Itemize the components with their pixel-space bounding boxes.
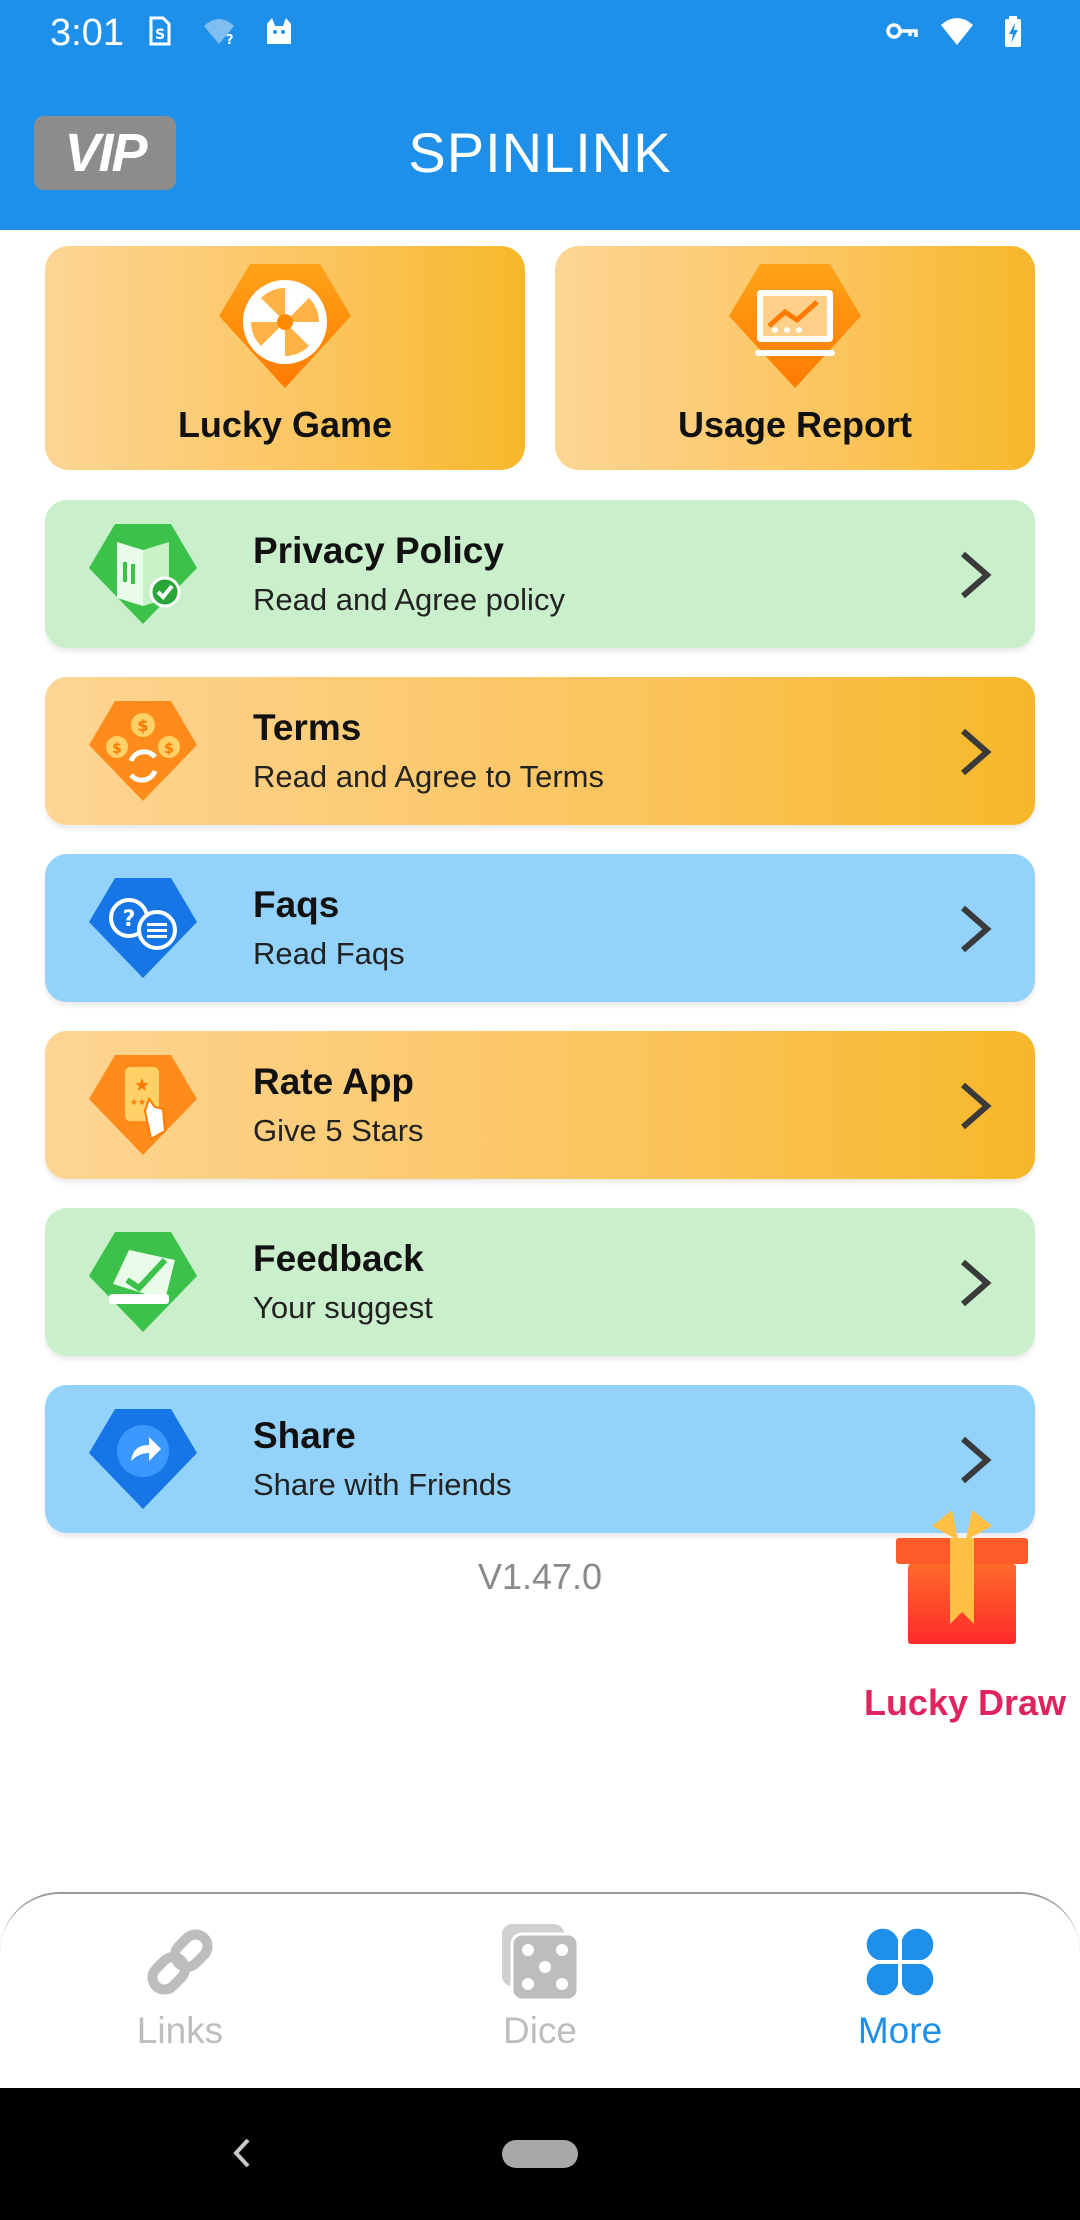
row-title: Faqs [253, 884, 340, 925]
chevron-right-icon [961, 551, 992, 599]
svg-text:$: $ [164, 741, 174, 757]
row-subtitle: Your suggest [253, 1290, 433, 1325]
chevron-right-icon [961, 1082, 992, 1130]
grid-more-icon [866, 1928, 934, 1996]
dice-icon [502, 1924, 580, 2002]
page-title: SPINLINK [408, 121, 672, 184]
row-subtitle: Give 5 Stars [253, 1113, 424, 1148]
share-arrow-icon [89, 1409, 197, 1509]
home-pill[interactable] [502, 2140, 578, 2168]
wifi-icon [941, 18, 973, 45]
row-subtitle: Share with Friends [253, 1467, 512, 1502]
usage-report-card[interactable]: Usage Report [555, 246, 1035, 470]
sim-card-icon: S [149, 16, 171, 46]
row-subtitle: Read Faqs [253, 936, 405, 971]
lucky-game-label: Lucky Game [177, 404, 393, 445]
svg-text:?: ? [226, 33, 234, 48]
wheel-icon [219, 264, 351, 388]
row-title: Rate App [253, 1061, 415, 1102]
nav-dice[interactable]: Dice [420, 1922, 660, 2052]
back-icon[interactable] [226, 2128, 256, 2178]
nav-label: More [857, 2010, 943, 2051]
svg-text:$: $ [137, 716, 148, 735]
nav-label: Links [136, 2010, 224, 2051]
status-time: 3:01 [50, 12, 124, 54]
wifi-question-icon: ? [204, 19, 234, 48]
chevron-right-icon [961, 1259, 992, 1307]
svg-text:S: S [155, 27, 165, 43]
row-title: Share [253, 1415, 356, 1456]
gift-box-icon [896, 1510, 1028, 1644]
privacy-book-icon [89, 524, 197, 624]
row-subtitle: Read and Agree to Terms [253, 759, 604, 794]
terms-row[interactable]: $ $ $ Terms Read and Agree to Terms [45, 677, 1035, 825]
feedback-row[interactable]: Feedback Your suggest [45, 1208, 1035, 1356]
chevron-right-icon [961, 728, 992, 776]
vpn-key-icon [886, 23, 918, 39]
row-title: Privacy Policy [253, 530, 504, 571]
system-nav-bar [0, 2088, 1080, 2220]
privacy-policy-row[interactable]: Privacy Policy Read and Agree policy [45, 500, 1035, 648]
svg-text:?: ? [123, 907, 136, 932]
nav-label: Dice [502, 2010, 578, 2051]
chevron-right-icon [961, 905, 992, 953]
usage-report-label: Usage Report [677, 404, 913, 445]
faq-chat-icon: ? [89, 878, 197, 978]
battery-charging-icon [1005, 16, 1021, 47]
row-title: Terms [253, 707, 362, 748]
bottom-nav: Links Dice More [0, 1892, 1080, 2088]
rate-phone-icon: ★ ★★★ [89, 1055, 197, 1155]
lucky-draw-label: Lucky Draw [863, 1682, 1067, 1723]
row-subtitle: Read and Agree policy [253, 582, 565, 617]
rate-app-row[interactable]: ★ ★★★ Rate App Give 5 Stars [45, 1031, 1035, 1179]
nav-more[interactable]: More [780, 1922, 1020, 2052]
report-chart-icon [729, 264, 861, 388]
nav-links[interactable]: Links [60, 1922, 300, 2052]
faqs-row[interactable]: ? Faqs Read Faqs [45, 854, 1035, 1002]
app-bar: VIP SPINLINK [0, 64, 1080, 230]
terms-exchange-icon: $ $ $ [89, 701, 197, 801]
status-bar: 3:01 S ? [0, 0, 1080, 64]
link-icon [147, 1929, 213, 1995]
chevron-right-icon [961, 1436, 992, 1484]
lucky-draw-button[interactable]: Lucky Draw [860, 1508, 1070, 1738]
svg-text:★: ★ [134, 1075, 150, 1096]
svg-text:$: $ [112, 741, 122, 757]
lucky-game-card[interactable]: Lucky Game [45, 246, 525, 470]
cat-icon [267, 18, 291, 44]
feedback-check-icon [89, 1232, 197, 1332]
row-title: Feedback [253, 1238, 424, 1279]
